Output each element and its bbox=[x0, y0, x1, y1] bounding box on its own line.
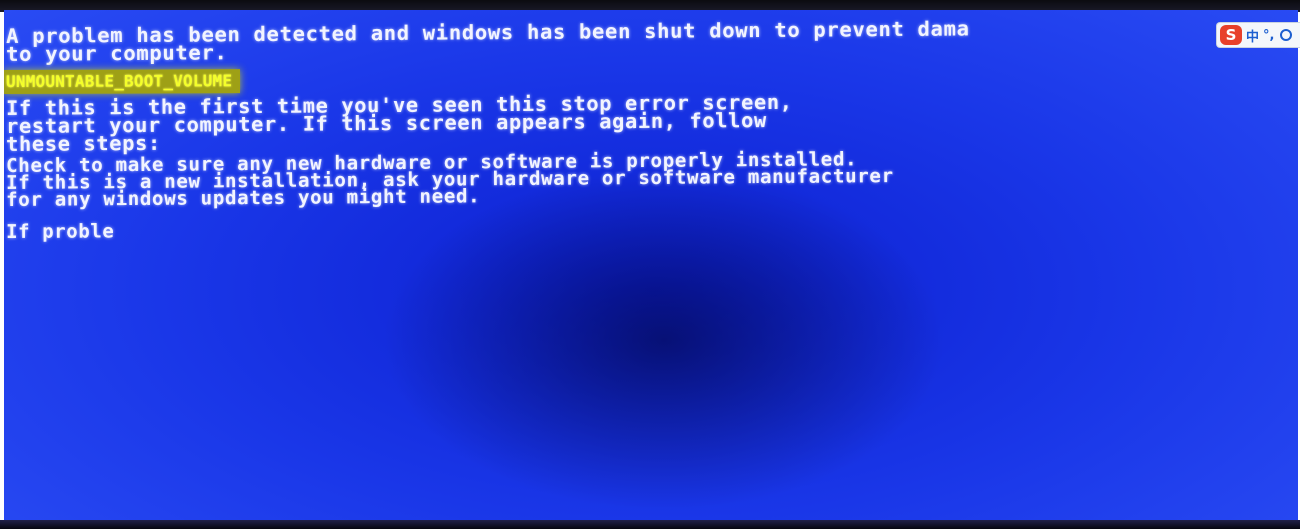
photo-frame: A problem has been detected and windows … bbox=[0, 0, 1300, 529]
bsod-advice-line-3: these steps: bbox=[6, 130, 161, 156]
bsod-check-line-3: for any windows updates you might need. bbox=[6, 185, 481, 211]
ime-logo-icon[interactable]: S bbox=[1220, 25, 1242, 45]
bsod-intro-line-2: to your computer. bbox=[6, 40, 228, 66]
bsod-screen: A problem has been detected and windows … bbox=[4, 10, 1298, 522]
ime-mode-toggle[interactable]: 中 bbox=[1246, 26, 1259, 45]
ime-punctuation-toggle[interactable]: °, bbox=[1263, 28, 1274, 43]
bsod-partial-line: If proble bbox=[6, 220, 115, 243]
ime-emoji-icon[interactable] bbox=[1280, 29, 1293, 41]
stop-code: UNMOUNTABLE_BOOT_VOLUME bbox=[4, 69, 241, 94]
ime-toolbar[interactable]: S 中 °, bbox=[1216, 22, 1300, 48]
monitor-bottom-bezel bbox=[0, 520, 1300, 529]
